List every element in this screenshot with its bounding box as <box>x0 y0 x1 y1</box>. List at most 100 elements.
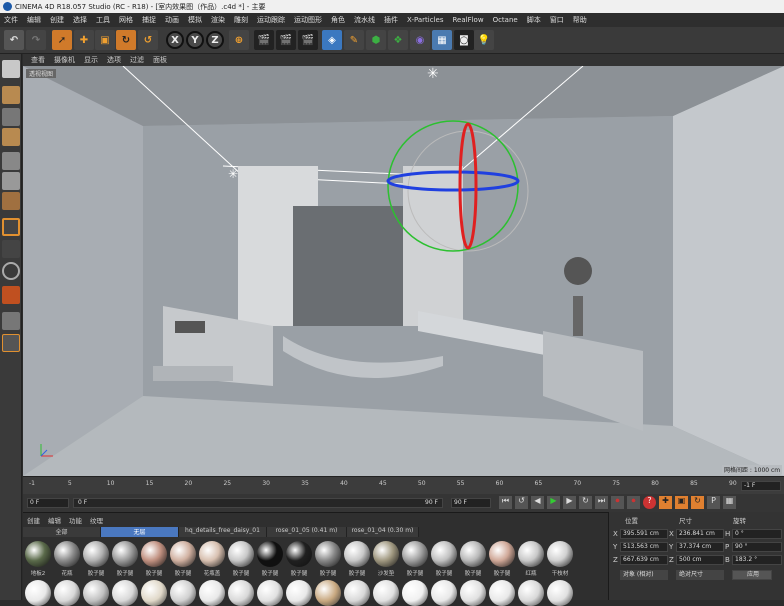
key-rotate-icon[interactable]: ↻ <box>691 496 704 509</box>
frame-range-slider[interactable]: 0 F 90 F <box>73 498 443 508</box>
step-forward-icon[interactable]: ▶ <box>563 496 576 509</box>
key-move-icon[interactable]: ✚ <box>659 496 672 509</box>
material-swatch[interactable] <box>402 580 428 606</box>
x-axis-button[interactable]: X <box>166 31 184 49</box>
material-swatch[interactable] <box>228 541 254 567</box>
material-swatch[interactable] <box>257 541 283 567</box>
p-rotation-field[interactable]: 90 ° <box>732 542 782 552</box>
h-rotation-field[interactable]: 0 ° <box>732 529 782 539</box>
menu-item[interactable]: 运动图形 <box>294 15 322 25</box>
menu-item[interactable]: 模拟 <box>188 15 202 25</box>
help-icon[interactable]: ? <box>643 496 656 509</box>
material-tab[interactable]: rose_01_04 (0.30 m) <box>347 527 419 537</box>
magnet-icon[interactable] <box>2 286 20 304</box>
move-tool-icon[interactable]: ✚ <box>74 30 94 50</box>
pen-spline-icon[interactable]: ✎ <box>344 30 364 50</box>
play-icon[interactable]: ▶ <box>547 496 560 509</box>
viewport-menu-item[interactable]: 面板 <box>153 55 167 65</box>
locked-workplane-icon[interactable] <box>2 334 20 352</box>
cloner-icon[interactable]: ❖ <box>388 30 408 50</box>
go-to-start-icon[interactable]: ⏮ <box>499 496 512 509</box>
material-swatch[interactable] <box>286 541 312 567</box>
material-swatch[interactable] <box>460 541 486 567</box>
redo-button[interactable]: ↷ <box>26 30 46 50</box>
deformer-icon[interactable]: ◉ <box>410 30 430 50</box>
go-to-end-icon[interactable]: ⏭ <box>595 496 608 509</box>
perspective-viewport[interactable]: ✳ ✳ <box>23 66 784 476</box>
material-swatch[interactable] <box>489 580 515 606</box>
model-mode-icon[interactable] <box>2 108 20 126</box>
workplane-icon[interactable] <box>2 312 20 330</box>
material-tab[interactable]: hq_details_free_daisy_01 <box>179 527 267 537</box>
material-swatch[interactable] <box>257 580 283 606</box>
menu-item[interactable]: 工具 <box>96 15 110 25</box>
tweak-icon[interactable] <box>2 240 20 258</box>
y-size-field[interactable]: 37.374 cm <box>676 542 724 552</box>
current-frame-field[interactable]: -1 F <box>741 481 781 491</box>
material-swatch[interactable] <box>112 580 138 606</box>
record-icon[interactable]: ⏺ <box>611 496 624 509</box>
material-swatch[interactable] <box>141 580 167 606</box>
material-menu-item[interactable]: 编辑 <box>48 515 61 525</box>
camera-icon[interactable]: ◙ <box>454 30 474 50</box>
auto-key-icon[interactable]: ⏺ <box>627 496 640 509</box>
menu-item[interactable]: 插件 <box>384 15 398 25</box>
y-position-field[interactable]: 513.563 cm <box>620 542 668 552</box>
object-mode-dropdown[interactable]: 对象 (相对) <box>620 570 668 580</box>
scale-tool-icon[interactable]: ▣ <box>95 30 115 50</box>
material-swatch[interactable] <box>489 541 515 567</box>
viewport-menu-item[interactable]: 查看 <box>31 55 45 65</box>
apply-button[interactable]: 应用 <box>732 570 772 580</box>
material-swatch[interactable] <box>518 580 544 606</box>
material-tab[interactable]: rose_01_05 (0.41 m) <box>267 527 347 537</box>
timeline-ruler[interactable]: -1 5 10 15 20 25 30 35 40 45 50 55 60 65 70 75 80 85 90 -1… <box>23 476 784 494</box>
render-view-icon[interactable]: 🎬 <box>254 30 274 50</box>
material-menu-item[interactable]: 功能 <box>69 515 82 525</box>
x-size-field[interactable]: 236.841 cm <box>676 529 724 539</box>
snap-icon[interactable] <box>2 262 20 280</box>
material-swatch[interactable] <box>199 580 225 606</box>
menu-item[interactable]: 编辑 <box>27 15 41 25</box>
material-swatch[interactable] <box>344 541 370 567</box>
select-tool-icon[interactable]: ➚ <box>52 30 72 50</box>
y-axis-button[interactable]: Y <box>186 31 204 49</box>
material-swatch[interactable] <box>228 580 254 606</box>
enable-axis-icon[interactable] <box>2 218 20 236</box>
menu-item[interactable]: 运动跟踪 <box>257 15 285 25</box>
material-tab[interactable]: 无层 <box>101 527 179 537</box>
make-editable-icon[interactable] <box>2 86 20 104</box>
points-mode-icon[interactable] <box>2 152 20 170</box>
start-frame-field[interactable]: 0 F <box>27 498 69 508</box>
menu-item[interactable]: 脚本 <box>527 15 541 25</box>
rotate-tool-icon[interactable]: ↻ <box>116 30 136 50</box>
z-axis-button[interactable]: Z <box>206 31 224 49</box>
material-swatch[interactable] <box>373 541 399 567</box>
render-settings-icon[interactable]: 🎬 <box>298 30 318 50</box>
viewport-menu-item[interactable]: 过滤 <box>130 55 144 65</box>
step-back-icon[interactable]: ◀ <box>531 496 544 509</box>
material-swatch[interactable] <box>402 541 428 567</box>
material-swatch[interactable] <box>431 541 457 567</box>
menu-item[interactable]: 捕捉 <box>142 15 156 25</box>
floor-icon[interactable]: ▦ <box>432 30 452 50</box>
material-swatch[interactable] <box>199 541 225 567</box>
undo-button[interactable]: ↶ <box>4 30 24 50</box>
render-picture-viewer-icon[interactable]: 🎬 <box>276 30 296 50</box>
material-swatch[interactable] <box>547 541 573 567</box>
z-position-field[interactable]: 667.639 cm <box>620 555 668 565</box>
size-mode-dropdown[interactable]: 绝对尺寸 <box>676 570 724 580</box>
end-frame-field[interactable]: 90 F <box>451 498 491 508</box>
material-swatch[interactable] <box>83 541 109 567</box>
key-scale-icon[interactable]: ▣ <box>675 496 688 509</box>
x-position-field[interactable]: 395.591 cm <box>620 529 668 539</box>
key-param-icon[interactable]: P <box>707 496 720 509</box>
viewport-menu-item[interactable]: 选项 <box>107 55 121 65</box>
menu-item[interactable]: 网格 <box>119 15 133 25</box>
menu-item[interactable]: 角色 <box>331 15 345 25</box>
material-swatch[interactable] <box>25 580 51 606</box>
b-rotation-field[interactable]: 183.2 ° <box>732 555 782 565</box>
previous-key-icon[interactable]: ↺ <box>515 496 528 509</box>
next-key-icon[interactable]: ↻ <box>579 496 592 509</box>
material-swatch[interactable] <box>518 541 544 567</box>
material-swatch[interactable] <box>547 580 573 606</box>
